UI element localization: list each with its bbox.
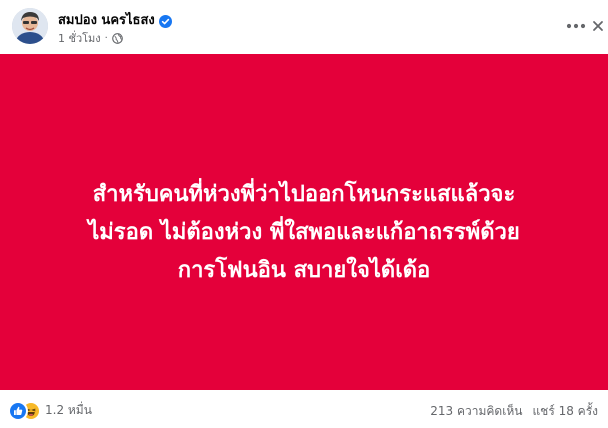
post-meta: 1 ชั่วโมง · [58, 29, 123, 47]
post-message-line: ไม่รอด ไม่ต้องห่วง พี่ใสพอและแก้อาถรรพ์ด… [88, 220, 520, 245]
post-message-line: การโฟนอิน สบายใจได้เด้อ [177, 258, 431, 283]
share-count-link[interactable]: แชร์ 18 ครั้ง [532, 402, 598, 421]
avatar-image [12, 8, 48, 44]
public-globe-icon[interactable] [112, 32, 123, 44]
verified-badge-icon [158, 13, 172, 28]
reactions-summary[interactable]: 1.2 หมื่น [10, 401, 92, 420]
post-message: สำหรับคนที่ห่วงพี่ว่าไปออกโหนกระแสแล้วจะ… [20, 176, 588, 290]
engagement-stats: 213 ความคิดเห็น แชร์ 18 ครั้ง [430, 402, 598, 421]
meta-separator: · [104, 32, 108, 44]
post-header: สมปอง นครไธสง 1 ชั่วโมง · [0, 0, 608, 52]
like-reaction-icon [10, 402, 26, 419]
more-options-icon[interactable] [562, 12, 590, 40]
post-timestamp[interactable]: 1 ชั่วโมง [58, 29, 101, 47]
author-avatar[interactable] [12, 8, 48, 44]
author-row: สมปอง นครไธสง [58, 9, 172, 30]
post-message-line: สำหรับคนที่ห่วงพี่ว่าไปออกโหนกระแสแล้วจะ [92, 182, 516, 207]
author-name[interactable]: สมปอง นครไธสง [58, 9, 155, 30]
close-icon[interactable] [588, 12, 608, 40]
reaction-count: 1.2 หมื่น [45, 403, 92, 417]
comment-count-link[interactable]: 213 ความคิดเห็น [430, 402, 522, 421]
post-footer: 1.2 หมื่น 213 ความคิดเห็น แชร์ 18 ครั้ง [0, 392, 608, 428]
